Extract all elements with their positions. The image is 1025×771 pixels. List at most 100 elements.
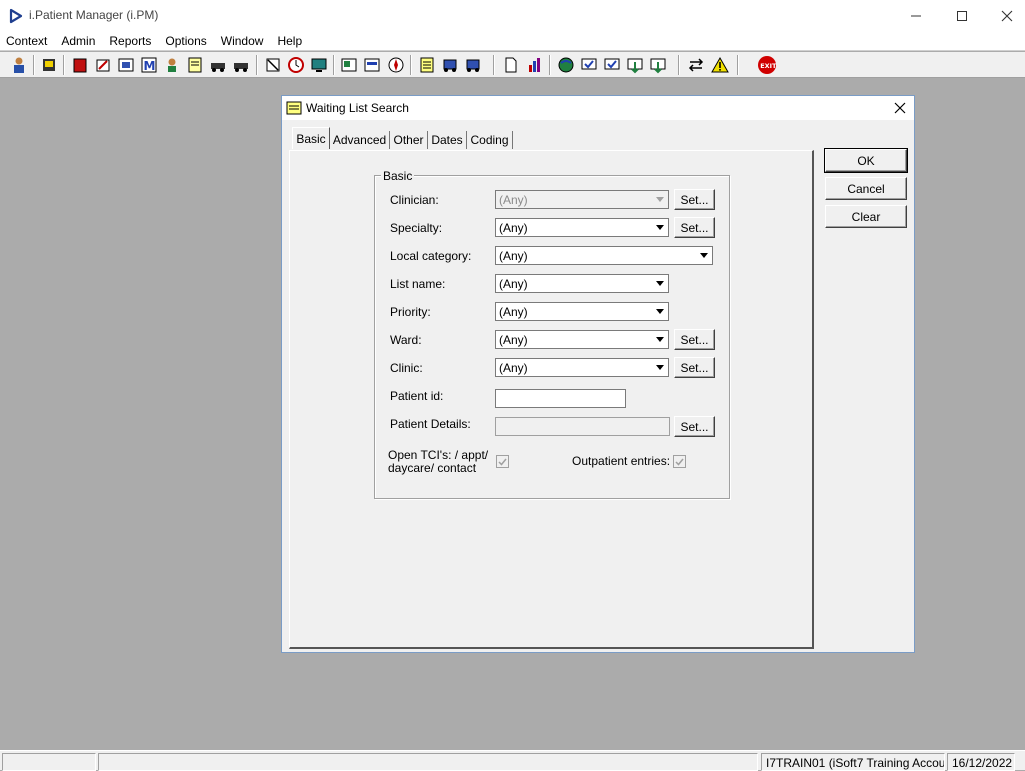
chevron-down-icon (652, 191, 668, 208)
open-tcis-label-line1: Open TCI's: / appt/ (388, 448, 489, 462)
outpatient-entries-checkbox[interactable] (673, 455, 686, 468)
dialog-titlebar: Waiting List Search (282, 96, 914, 120)
clinic-select[interactable]: (Any) (495, 358, 669, 377)
swap-icon[interactable] (685, 54, 707, 76)
cancel-button[interactable]: Cancel (825, 177, 907, 200)
notepad-icon (286, 101, 302, 115)
window-titlebar: i.Patient Manager (i.PM) (0, 0, 1025, 31)
chevron-down-icon[interactable] (652, 331, 668, 348)
m-icon[interactable]: M (138, 54, 160, 76)
status-bar: I7TRAIN01 (iSoft7 Training Account) 16/1… (0, 750, 1025, 771)
minimize-button[interactable] (893, 0, 939, 31)
toolbar-separator (678, 55, 680, 75)
grid-icon[interactable] (115, 54, 137, 76)
menu-window[interactable]: Window (221, 34, 264, 48)
waiting-list-search-dialog: Waiting List Search Basic Advanced Other… (281, 95, 915, 653)
compass-icon[interactable] (385, 54, 407, 76)
chevron-down-icon[interactable] (696, 247, 712, 264)
tab-coding[interactable]: Coding (467, 131, 513, 149)
menu-context[interactable]: Context (6, 34, 47, 48)
globe-icon[interactable] (555, 54, 577, 76)
maximize-button[interactable] (939, 0, 985, 31)
toolbar-separator (410, 55, 412, 75)
patient-details-display (495, 417, 670, 436)
ok-button[interactable]: OK (824, 148, 908, 173)
menu-admin[interactable]: Admin (61, 34, 95, 48)
checkmark-icon (498, 458, 507, 466)
chevron-down-icon[interactable] (652, 219, 668, 236)
notepad-icon[interactable] (416, 54, 438, 76)
patient-id-label: Patient id: (390, 389, 444, 403)
toolbar-separator (549, 55, 551, 75)
menu-reports[interactable]: Reports (109, 34, 151, 48)
specialty-set-button[interactable]: Set... (674, 217, 715, 238)
patient-id-input[interactable] (495, 389, 626, 408)
menu-options[interactable]: Options (165, 34, 206, 48)
tab-advanced[interactable]: Advanced (330, 131, 390, 149)
open-tcis-checkbox[interactable] (496, 455, 509, 468)
local-category-select[interactable]: (Any) (495, 246, 713, 265)
checklist-refresh-icon[interactable] (647, 54, 669, 76)
open-tcis-label-line2: daycare/ contact (388, 461, 477, 475)
ward-set-button[interactable]: Set... (674, 329, 715, 350)
card-icon[interactable] (361, 54, 383, 76)
clinician-select: (Any) (495, 190, 669, 209)
document-edit-icon[interactable] (92, 54, 114, 76)
toolbar-separator (493, 55, 495, 75)
ward-value: (Any) (499, 333, 528, 347)
exit-icon-label: EXIT (760, 62, 777, 70)
app-title: i.Patient Manager (i.PM) (29, 8, 159, 22)
groupbox-label: Basic (381, 169, 415, 183)
document-cross-icon[interactable] (262, 54, 284, 76)
tab-dates[interactable]: Dates (428, 131, 467, 149)
warning-icon[interactable] (709, 54, 731, 76)
book-icon[interactable] (69, 54, 91, 76)
blank-document-icon[interactable] (500, 54, 522, 76)
dialog-title: Waiting List Search (306, 101, 409, 115)
patient-details-set-button[interactable]: Set... (674, 416, 715, 437)
priority-select[interactable]: (Any) (495, 302, 669, 321)
close-window-button[interactable] (984, 0, 1025, 31)
status-panel-empty-1 (2, 753, 96, 771)
user-icon[interactable] (161, 54, 183, 76)
toolbar-separator (256, 55, 258, 75)
transfer2-icon[interactable] (462, 54, 484, 76)
checklist2-icon[interactable] (601, 54, 623, 76)
printer-icon[interactable] (38, 54, 60, 76)
clinician-label: Clinician: (390, 193, 439, 207)
chevron-down-icon[interactable] (652, 359, 668, 376)
clinic-set-button[interactable]: Set... (674, 357, 715, 378)
transfer-icon[interactable] (439, 54, 461, 76)
specialty-select[interactable]: (Any) (495, 218, 669, 237)
toolbar-separator (33, 55, 35, 75)
car-icon[interactable] (207, 54, 229, 76)
tab-basic[interactable]: Basic (292, 127, 330, 149)
exit-icon[interactable]: EXIT (756, 54, 778, 76)
list-name-label: List name: (390, 277, 446, 291)
chevron-down-icon[interactable] (652, 275, 668, 292)
ward-select[interactable]: (Any) (495, 330, 669, 349)
car2-icon[interactable] (230, 54, 252, 76)
checkmark-icon (675, 458, 684, 466)
list-name-select[interactable]: (Any) (495, 274, 669, 293)
toolbar-separator (63, 55, 65, 75)
bar-chart-icon[interactable] (524, 54, 546, 76)
menu-help[interactable]: Help (277, 34, 302, 48)
clinic-value: (Any) (499, 361, 528, 375)
clinician-set-button[interactable]: Set... (674, 189, 715, 210)
checklist-icon[interactable] (578, 54, 600, 76)
close-dialog-button[interactable] (890, 99, 910, 117)
monitor-icon[interactable] (308, 54, 330, 76)
clinician-value: (Any) (499, 193, 528, 207)
chevron-down-icon[interactable] (652, 303, 668, 320)
specialty-value: (Any) (499, 221, 528, 235)
form-icon[interactable] (184, 54, 206, 76)
image-icon[interactable] (338, 54, 360, 76)
toolbar-separator (737, 55, 739, 75)
person-icon[interactable] (8, 54, 30, 76)
tab-other[interactable]: Other (390, 131, 428, 149)
outpatient-entries-label: Outpatient entries: (572, 454, 671, 468)
checklist-down-icon[interactable] (624, 54, 646, 76)
clear-button[interactable]: Clear (825, 205, 907, 228)
clock-icon[interactable] (285, 54, 307, 76)
